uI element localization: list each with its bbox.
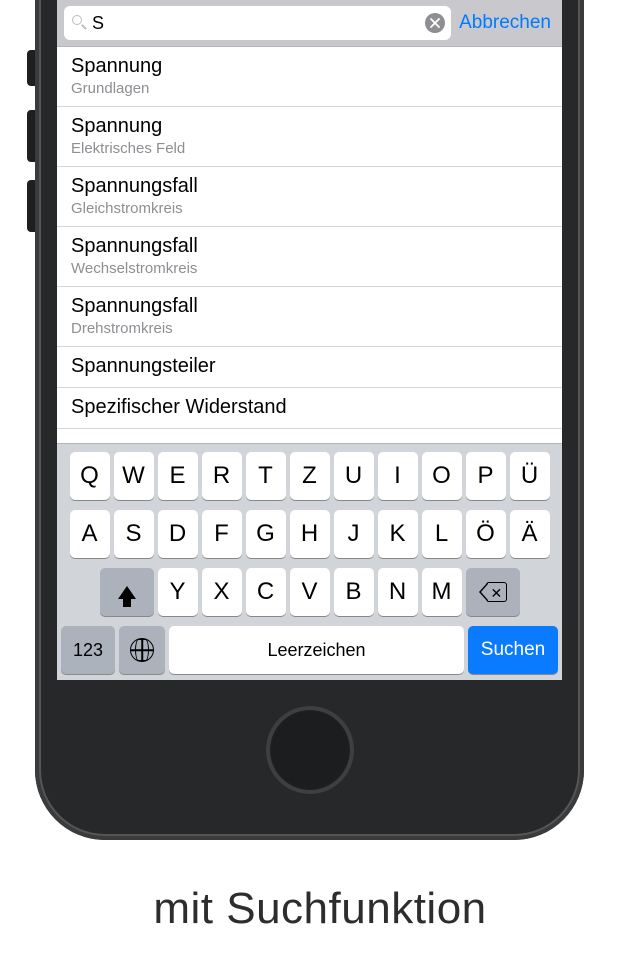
key-c[interactable]: C xyxy=(246,568,286,616)
search-input-value[interactable]: S xyxy=(92,13,425,34)
key-g[interactable]: G xyxy=(246,510,286,558)
volume-up-button xyxy=(27,110,35,162)
key-j[interactable]: J xyxy=(334,510,374,558)
key-p[interactable]: P xyxy=(466,452,506,500)
cancel-button[interactable]: Abbrechen xyxy=(459,12,555,34)
backspace-key[interactable]: ✕ xyxy=(466,568,520,616)
key-ö[interactable]: Ö xyxy=(466,510,506,558)
result-row[interactable]: SpannungsfallGleichstromkreis xyxy=(57,167,562,227)
key-ä[interactable]: Ä xyxy=(510,510,550,558)
result-title: Spannungsfall xyxy=(71,294,548,319)
search-field[interactable]: S xyxy=(64,6,451,40)
search-icon xyxy=(72,15,88,31)
space-key[interactable]: Leerzeichen xyxy=(169,626,464,674)
result-subtitle: Wechselstromkreis xyxy=(71,260,548,278)
screen: S Abbrechen SpannungGrundlagenSpannungEl… xyxy=(57,0,562,680)
shift-icon xyxy=(118,586,136,599)
key-z[interactable]: Z xyxy=(290,452,330,500)
key-n[interactable]: N xyxy=(378,568,418,616)
key-q[interactable]: Q xyxy=(70,452,110,500)
key-o[interactable]: O xyxy=(422,452,462,500)
key-h[interactable]: H xyxy=(290,510,330,558)
key-t[interactable]: T xyxy=(246,452,286,500)
result-subtitle: Grundlagen xyxy=(71,80,548,98)
number-key[interactable]: 123 xyxy=(61,626,115,674)
key-x[interactable]: X xyxy=(202,568,242,616)
clear-search-button[interactable] xyxy=(425,13,445,33)
result-row[interactable]: SpannungsfallWechselstromkreis xyxy=(57,227,562,287)
key-u[interactable]: U xyxy=(334,452,374,500)
key-i[interactable]: I xyxy=(378,452,418,500)
key-w[interactable]: W xyxy=(114,452,154,500)
key-y[interactable]: Y xyxy=(158,568,198,616)
result-title: Spannung xyxy=(71,54,548,79)
result-row[interactable]: SpannungsfallDrehstromkreis xyxy=(57,287,562,347)
result-title: Spezifischer Widerstand xyxy=(71,395,548,420)
result-title: Spannungsfall xyxy=(71,234,548,259)
home-button xyxy=(266,706,354,794)
key-d[interactable]: D xyxy=(158,510,198,558)
result-title: Spannungsteiler xyxy=(71,354,548,379)
key-r[interactable]: R xyxy=(202,452,242,500)
search-results: SpannungGrundlagenSpannungElektrisches F… xyxy=(57,47,562,429)
volume-down-button xyxy=(27,180,35,232)
globe-key[interactable] xyxy=(119,626,165,674)
result-subtitle: Drehstromkreis xyxy=(71,320,548,338)
result-row[interactable]: Spannungsteiler xyxy=(57,347,562,388)
key-k[interactable]: K xyxy=(378,510,418,558)
result-title: Spannung xyxy=(71,114,548,139)
backspace-icon: ✕ xyxy=(479,582,507,602)
result-row[interactable]: Spezifischer Widerstand xyxy=(57,388,562,429)
result-row[interactable]: SpannungGrundlagen xyxy=(57,47,562,107)
search-key[interactable]: Suchen xyxy=(468,626,558,674)
keyboard: QWERTZUIOPÜ ASDFGHJKLÖÄ YXCVBNM ✕ 123 L xyxy=(57,443,562,680)
globe-icon xyxy=(130,638,154,662)
result-title: Spannungsfall xyxy=(71,174,548,199)
key-e[interactable]: E xyxy=(158,452,198,500)
key-a[interactable]: A xyxy=(70,510,110,558)
shift-key[interactable] xyxy=(100,568,154,616)
result-subtitle: Elektrisches Feld xyxy=(71,140,548,158)
key-b[interactable]: B xyxy=(334,568,374,616)
result-subtitle: Gleichstromkreis xyxy=(71,200,548,218)
key-f[interactable]: F xyxy=(202,510,242,558)
phone-body: S Abbrechen SpannungGrundlagenSpannungEl… xyxy=(35,0,584,840)
key-l[interactable]: L xyxy=(422,510,462,558)
marketing-caption: mit Suchfunktion xyxy=(0,884,640,934)
key-m[interactable]: M xyxy=(422,568,462,616)
key-ü[interactable]: Ü xyxy=(510,452,550,500)
search-bar: S Abbrechen xyxy=(57,0,562,47)
mute-switch xyxy=(27,50,35,86)
result-row[interactable]: SpannungElektrisches Feld xyxy=(57,107,562,167)
key-v[interactable]: V xyxy=(290,568,330,616)
key-s[interactable]: S xyxy=(114,510,154,558)
